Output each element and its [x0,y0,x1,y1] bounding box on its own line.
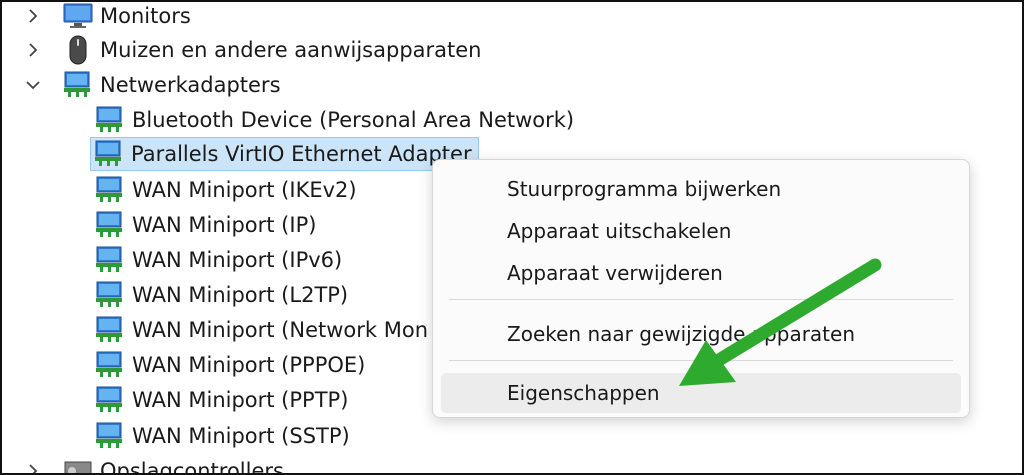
tree-category-mice[interactable]: Muizen en andere aanwijsapparaten [24,33,482,67]
menu-item-uninstall-device[interactable]: Apparaat verwijderen [441,253,961,293]
device-label: Bluetooth Device (Personal Area Network) [132,108,575,132]
tree-category-label: Muizen en andere aanwijsapparaten [100,38,482,62]
device-label: WAN Miniport (L2TP) [132,283,349,307]
tree-device-row[interactable]: WAN Miniport (IP) [94,208,316,242]
tree-device-row[interactable]: WAN Miniport (PPTP) [94,383,348,417]
menu-item-update-driver[interactable]: Stuurprogramma bijwerken [441,169,961,209]
network-adapter-icon [95,140,121,166]
menu-item-properties[interactable]: Eigenschappen [441,373,961,413]
chevron-right-icon[interactable] [24,462,42,475]
chevron-right-icon[interactable] [24,7,42,25]
network-adapter-icon [96,422,122,448]
menu-item-label: Zoeken naar gewijzigde apparaten [507,322,855,346]
tree-category-label: Netwerkadapters [100,73,281,97]
network-adapter-icon [96,211,122,237]
device-label: WAN Miniport (IKEv2) [132,178,357,202]
network-adapter-icon [64,71,90,97]
menu-item-label: Apparaat verwijderen [507,261,723,285]
network-adapter-icon [96,106,122,132]
menu-item-scan-hardware[interactable]: Zoeken naar gewijzigde apparaten [441,314,961,354]
tree-category-network-adapters[interactable]: Netwerkadapters [24,68,281,102]
tree-category-label: Opslagcontrollers [100,459,284,475]
tree-category-monitors[interactable]: Monitors [24,2,191,33]
mouse-icon [69,35,87,65]
device-label: WAN Miniport (PPTP) [132,388,349,412]
device-label: WAN Miniport (PPPOE) [132,353,366,377]
tree-category-label: Monitors [100,4,191,28]
monitor-icon [63,3,93,28]
network-adapter-icon [96,351,122,377]
menu-item-disable-device[interactable]: Apparaat uitschakelen [441,211,961,251]
network-adapter-icon [96,281,122,307]
tree-device-row[interactable]: WAN Miniport (IKEv2) [94,173,357,207]
chevron-right-icon[interactable] [24,41,42,59]
network-adapter-icon [96,316,122,342]
tree-device-row[interactable]: WAN Miniport (L2TP) [94,278,348,312]
device-label: WAN Miniport (SSTP) [132,424,350,448]
tree-device-row[interactable]: WAN Miniport (Network Mon [94,313,428,347]
tree-device-row-selected[interactable]: Parallels VirtIO Ethernet Adapter [90,137,479,171]
tree-device-row[interactable]: WAN Miniport (SSTP) [94,419,350,453]
device-manager-window: Monitors Muizen en andere aanwijsapparat… [0,0,1024,475]
tree-device-row[interactable]: WAN Miniport (PPPOE) [94,348,365,382]
menu-separator [449,360,953,361]
menu-item-label: Stuurprogramma bijwerken [507,177,782,201]
device-label: WAN Miniport (IP) [132,213,317,237]
device-label: Parallels VirtIO Ethernet Adapter [131,142,472,166]
context-menu: Stuurprogramma bijwerken Apparaat uitsch… [432,159,970,418]
device-label: WAN Miniport (Network Mon [132,318,429,342]
tree-device-row[interactable]: Bluetooth Device (Personal Area Network) [94,103,574,137]
tree-category-storage-controllers[interactable]: Opslagcontrollers [24,454,284,475]
tree-device-row[interactable]: WAN Miniport (IPv6) [94,243,342,277]
network-adapter-icon [96,246,122,272]
menu-item-label: Apparaat uitschakelen [507,219,732,243]
device-label: WAN Miniport (IPv6) [132,248,343,272]
chevron-down-icon[interactable] [24,76,42,94]
network-adapter-icon [96,386,122,412]
menu-item-label: Eigenschappen [507,381,660,405]
menu-separator [449,299,953,300]
network-adapter-icon [96,176,122,202]
storage-controller-icon [64,461,92,473]
